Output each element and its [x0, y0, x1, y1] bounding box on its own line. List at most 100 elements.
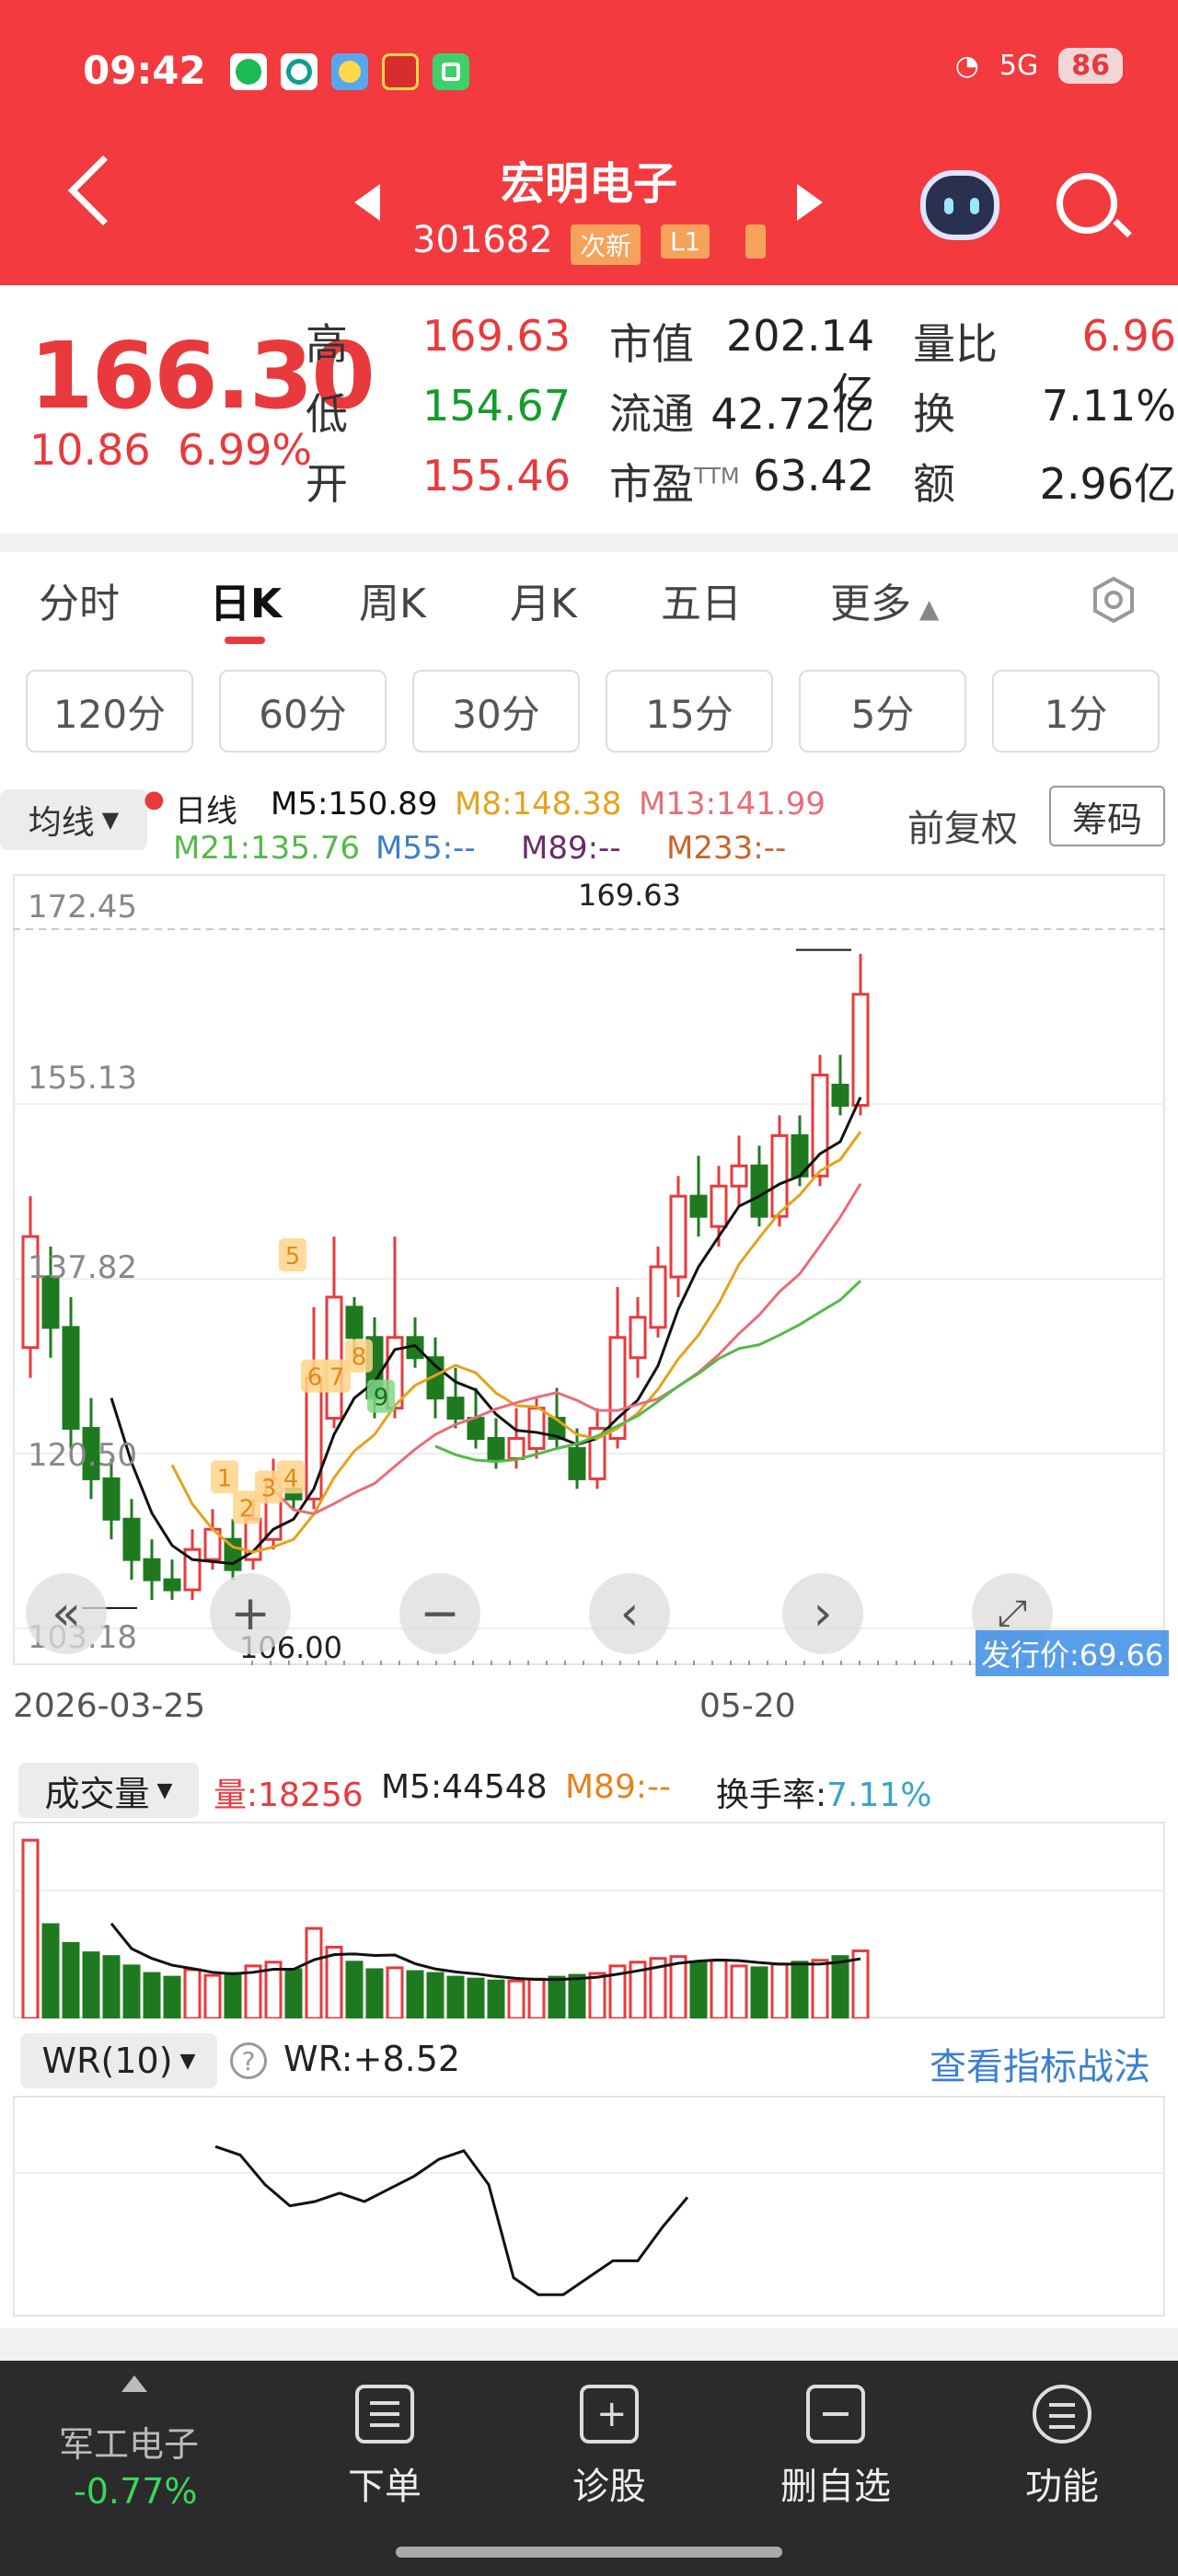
scroll-right-icon[interactable]: ›	[782, 1573, 863, 1654]
volume-bar	[669, 1955, 687, 2018]
volume-bar	[507, 1979, 525, 2018]
legend-m233: M233:--	[666, 830, 787, 867]
volume-bar	[811, 1959, 829, 2018]
volume-bar	[305, 1926, 323, 2018]
volume-bar	[527, 1977, 546, 2018]
legend-m89: M89:--	[521, 830, 621, 867]
volume-bar	[82, 1951, 100, 2018]
wr-line	[214, 2145, 689, 2296]
search-icon[interactable]	[1057, 173, 1117, 234]
view-indicator-strategy-link[interactable]: 查看指标战法	[930, 2037, 1150, 2090]
date-end: 05-20	[699, 1687, 796, 1725]
volume-m89: M89:--	[565, 1768, 671, 1806]
signal-marker-label: 3	[261, 1475, 277, 1502]
y-axis-label-0: 172.45	[28, 889, 137, 926]
candle-body	[851, 993, 870, 1107]
tab-intraday[interactable]: 分时	[39, 570, 120, 629]
ma-selector[interactable]: 均线 ▼	[0, 789, 147, 850]
medical-kit-icon: +	[580, 2385, 639, 2444]
candle-body	[710, 1184, 728, 1228]
volume-chart	[13, 1822, 1165, 2018]
volume-bar	[345, 1961, 364, 2018]
volume-bar	[730, 1964, 748, 2018]
home-indicator[interactable]	[396, 2547, 782, 2558]
scroll-left-icon[interactable]: ‹	[589, 1573, 670, 1654]
caret-up-icon: ▲	[911, 593, 940, 624]
wr-indicator-selector[interactable]: WR(10) ▼	[20, 2033, 217, 2088]
zoom-out-icon[interactable]: −	[399, 1573, 480, 1654]
remove-watchlist-button[interactable]: 删自选	[744, 2385, 928, 2510]
chart-frame	[13, 874, 1165, 1665]
candle-body	[62, 1326, 80, 1431]
candle-body	[649, 1265, 667, 1329]
sector-name[interactable]: 军工电子	[59, 2416, 199, 2467]
candle-body	[770, 1133, 789, 1218]
kline-chart[interactable]: 123 4 5 6 789	[13, 874, 1165, 1665]
low-label: 低	[306, 389, 348, 439]
tab-weekly-k[interactable]: 周K	[359, 570, 426, 629]
period-15min[interactable]: 15分	[606, 670, 773, 753]
menu-circle-icon	[1033, 2385, 1091, 2444]
low-value: 154.67	[422, 381, 571, 431]
volume-indicator-selector[interactable]: 成交量 ▼	[18, 1763, 199, 1818]
legend-m21: M21:135.76	[173, 830, 361, 867]
high-label: 高	[306, 319, 348, 369]
settings-hexagon-icon[interactable]	[1090, 576, 1138, 624]
y-axis-label-3: 120.50	[28, 1437, 137, 1474]
minus-square-icon	[806, 2385, 865, 2444]
price-change: 10.86 6.99%	[29, 425, 312, 475]
period-5min[interactable]: 5分	[799, 670, 966, 753]
candle-body	[102, 1477, 121, 1521]
volume-bar	[284, 1968, 303, 2018]
expand-up-icon[interactable]	[121, 2375, 147, 2392]
back-icon[interactable]	[67, 155, 139, 226]
wr-frame	[13, 2096, 1165, 2317]
ma21-line	[434, 1280, 862, 1464]
volume-bar	[689, 1961, 708, 2018]
tab-monthly-k[interactable]: 月K	[510, 570, 577, 629]
live-dot-icon: ●	[144, 786, 165, 813]
wr-chart	[13, 2096, 1165, 2317]
volume-bar	[143, 1972, 161, 2018]
candle-body	[446, 1397, 465, 1420]
chip-distribution-button[interactable]: 筹码	[1049, 786, 1165, 846]
tab-more[interactable]: 更多 ▲	[830, 570, 939, 629]
stock-code: 301682	[412, 219, 553, 261]
diagnose-button[interactable]: + 诊股	[517, 2385, 701, 2510]
adjust-mode-selector[interactable]: 前复权	[907, 799, 1018, 852]
chart-area: 均线 ▼ ● 日线 M5:150.89 M8:148.38 M13:141.99 …	[0, 782, 1178, 2328]
legend-m55: M55:--	[375, 830, 476, 867]
tab-daily-k[interactable]: 日K	[210, 570, 282, 629]
volume-bar	[487, 1979, 505, 2018]
candle-body	[689, 1194, 708, 1218]
period-120min[interactable]: 120分	[26, 670, 193, 753]
volume-bar	[365, 1968, 384, 2018]
candle-body	[750, 1164, 768, 1218]
volume-bar	[122, 1964, 141, 2018]
stock-name: 宏明电子	[500, 158, 677, 210]
rewind-icon[interactable]: «	[26, 1573, 107, 1654]
period-1min[interactable]: 1分	[992, 670, 1160, 753]
float-label: 流通	[609, 389, 694, 439]
order-button[interactable]: 下单	[293, 2385, 477, 2510]
functions-button[interactable]: 功能	[970, 2385, 1154, 2510]
robot-assistant-icon[interactable]	[920, 170, 999, 240]
tab-five-day[interactable]: 五日	[661, 570, 742, 629]
date-start: 2026-03-25	[13, 1687, 206, 1725]
volume-bar	[588, 1972, 606, 2018]
volume-bar	[831, 1955, 849, 2018]
legend-m8: M8:148.38	[455, 786, 622, 822]
pe-value: 63.42	[753, 451, 874, 500]
period-60min[interactable]: 60分	[219, 670, 387, 753]
candle-body	[487, 1437, 505, 1460]
period-30min[interactable]: 30分	[412, 670, 580, 753]
zoom-in-icon[interactable]: +	[210, 1573, 291, 1654]
status-indicators: ◔ 5G 86	[955, 48, 1123, 84]
prev-stock-icon[interactable]	[354, 184, 380, 221]
candle-body	[122, 1517, 141, 1561]
help-icon[interactable]: ?	[230, 2042, 267, 2079]
battery-indicator: 86	[1058, 48, 1123, 84]
status-time: 09:42	[83, 48, 206, 93]
next-stock-icon[interactable]	[797, 184, 823, 221]
volume-m5: M5:44548	[381, 1768, 548, 1806]
